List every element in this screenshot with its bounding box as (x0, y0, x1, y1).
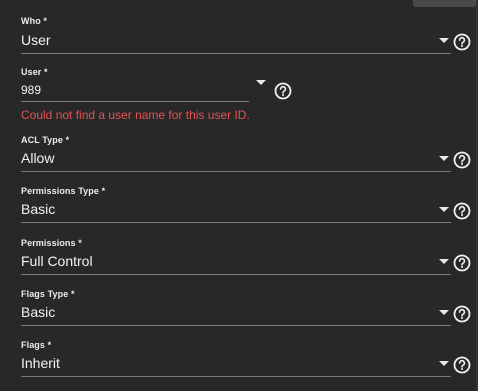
chevron-down-icon[interactable] (439, 361, 449, 366)
flags-label: Flags * (21, 340, 52, 350)
permissions-select-field[interactable]: Permissions * Full Control (21, 238, 451, 276)
user-input[interactable]: 989 (21, 82, 41, 99)
permissions-value[interactable]: Full Control (21, 253, 93, 270)
acl-type-select-field[interactable]: ACL Type * Allow (21, 135, 451, 173)
user-underline (21, 101, 249, 102)
permissions-type-underline (21, 222, 451, 223)
help-circle-icon[interactable] (274, 82, 292, 100)
flags-select-field[interactable]: Flags * Inherit (21, 340, 451, 378)
flags-type-underline (21, 325, 451, 326)
who-label: Who * (21, 16, 47, 26)
permissions-label: Permissions * (21, 238, 82, 248)
chevron-down-icon[interactable] (256, 80, 266, 85)
acl-type-underline (21, 171, 451, 172)
chevron-down-icon[interactable] (439, 259, 449, 264)
help-circle-icon[interactable] (453, 254, 471, 272)
help-circle-icon[interactable] (453, 305, 471, 323)
top-tab-edge (413, 0, 476, 7)
flags-type-value[interactable]: Basic (21, 304, 55, 321)
permissions-underline (21, 274, 451, 275)
flags-value[interactable]: Inherit (21, 355, 60, 372)
who-value[interactable]: User (21, 32, 51, 49)
help-circle-icon[interactable] (453, 356, 471, 374)
user-label: User * (21, 67, 48, 77)
help-circle-icon[interactable] (453, 33, 471, 51)
user-input-field[interactable]: User * 989 Could not find a user name fo… (21, 67, 271, 123)
chevron-down-icon[interactable] (439, 207, 449, 212)
who-underline (21, 53, 451, 54)
chevron-down-icon[interactable] (439, 310, 449, 315)
flags-type-select-field[interactable]: Flags Type * Basic (21, 289, 451, 327)
acl-type-label: ACL Type * (21, 135, 70, 145)
help-circle-icon[interactable] (453, 202, 471, 220)
chevron-down-icon[interactable] (439, 156, 449, 161)
chevron-down-icon[interactable] (439, 38, 449, 43)
permissions-type-value[interactable]: Basic (21, 201, 55, 218)
flags-type-label: Flags Type * (21, 289, 75, 299)
acl-type-value[interactable]: Allow (21, 150, 54, 167)
permissions-type-label: Permissions Type * (21, 186, 106, 196)
user-error-message: Could not find a user name for this user… (21, 108, 250, 122)
flags-underline (21, 376, 451, 377)
who-select-field[interactable]: Who * User (21, 16, 451, 54)
permissions-type-select-field[interactable]: Permissions Type * Basic (21, 186, 451, 224)
help-circle-icon[interactable] (453, 151, 471, 169)
